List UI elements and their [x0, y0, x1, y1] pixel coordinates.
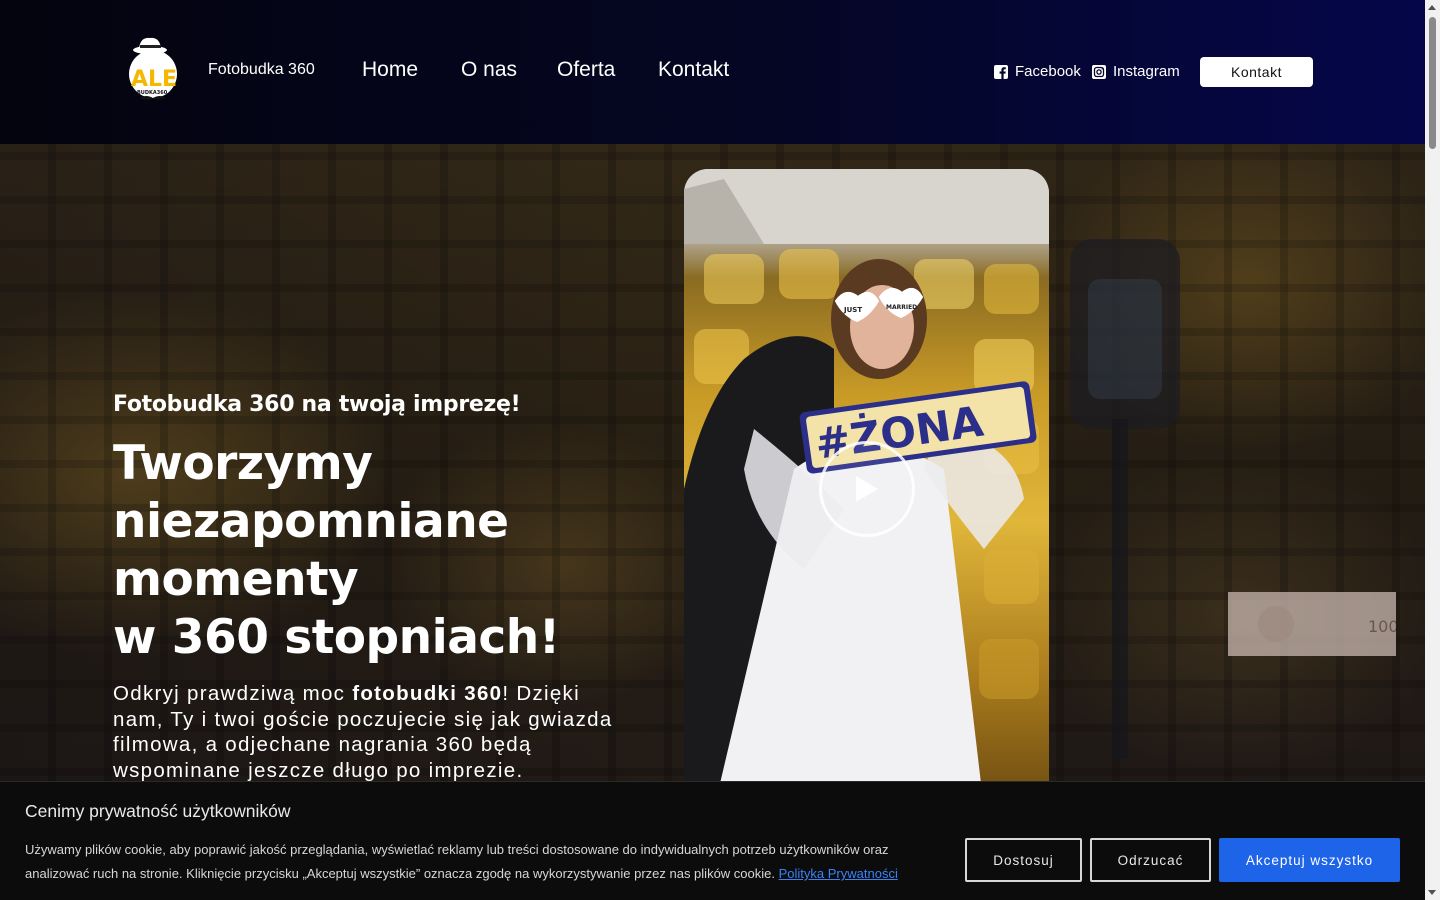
instagram-label: Instagram [1113, 63, 1180, 80]
nav-home[interactable]: Home [362, 58, 418, 82]
hero-description: Odkryj prawdziwą moc fotobudki 360! Dzię… [113, 682, 613, 782]
cookie-text: Używamy plików cookie, aby poprawić jako… [25, 842, 898, 881]
hero-title: Tworzymy niezapomniane momenty w 360 sto… [113, 435, 653, 667]
privacy-policy-link[interactable]: Polityka Prywatności [779, 866, 898, 881]
hero-kicker: Fotobudka 360 na twoją imprezę! [113, 392, 521, 417]
facebook-icon [994, 64, 1008, 79]
background-banknote: 100 [1228, 592, 1396, 656]
cookie-customize-button[interactable]: Dostosuj [965, 838, 1082, 882]
nav-brand[interactable]: Fotobudka 360 [208, 61, 315, 79]
logo[interactable]: ALE BUDKA360 [126, 36, 180, 102]
site-header: ALE BUDKA360 Fotobudka 360 Home O nas Of… [0, 0, 1425, 144]
hero-title-line: niezapomniane [113, 494, 509, 549]
nav-kontakt[interactable]: Kontakt [658, 58, 729, 82]
hero-text: Fotobudka 360 na twoją imprezę! Tworzymy… [113, 392, 653, 783]
svg-text:BUDKA360: BUDKA360 [137, 90, 168, 96]
instagram-icon [1092, 64, 1106, 79]
svg-text:JUST: JUST [843, 306, 862, 314]
scroll-down-arrow[interactable] [1428, 890, 1436, 895]
facebook-link[interactable]: Facebook [994, 63, 1081, 80]
hero-video[interactable]: JUST MARRIED #ŻONA [684, 169, 1049, 809]
scroll-thumb[interactable] [1429, 17, 1436, 149]
cookie-title: Cenimy prywatność użytkowników [25, 801, 291, 821]
page-scrollbar[interactable] [1425, 0, 1440, 900]
svg-text:100: 100 [1368, 617, 1396, 636]
play-button[interactable] [819, 441, 915, 537]
cookie-accept-button[interactable]: Akceptuj wszystko [1219, 838, 1400, 882]
instagram-link[interactable]: Instagram [1092, 63, 1180, 80]
hero-title-line: w 360 stopniach! [113, 610, 560, 665]
cookie-banner: Cenimy prywatność użytkowników Używamy p… [0, 781, 1425, 900]
scroll-up-arrow[interactable] [1428, 5, 1436, 10]
background-tripod [1070, 239, 1180, 759]
hero-title-line: Tworzymy [113, 436, 373, 491]
nav-oferta[interactable]: Oferta [557, 58, 615, 82]
play-icon [856, 476, 878, 502]
facebook-label: Facebook [1015, 63, 1081, 80]
cookie-reject-button[interactable]: Odrzucać [1090, 838, 1211, 882]
header-contact-button[interactable]: Kontakt [1200, 57, 1313, 87]
nav-o-nas[interactable]: O nas [461, 58, 517, 82]
hero-title-line: momenty [113, 552, 359, 607]
svg-text:ALE: ALE [131, 67, 177, 92]
svg-text:MARRIED: MARRIED [886, 304, 917, 311]
